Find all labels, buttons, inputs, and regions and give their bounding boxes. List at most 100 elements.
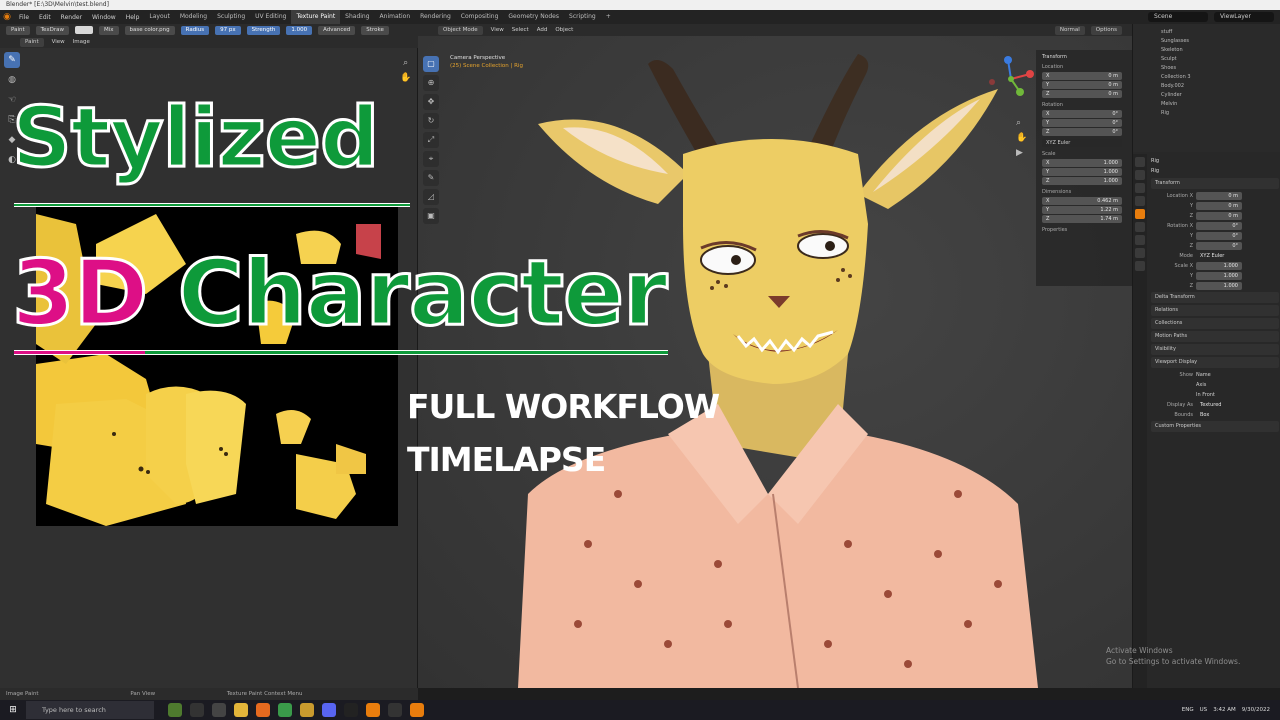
add-cube-icon[interactable]: ▣	[423, 208, 439, 224]
rotate-icon[interactable]: ↻	[423, 113, 439, 129]
tab-scripting[interactable]: Scripting	[564, 10, 601, 24]
motion-paths-panel[interactable]: Motion Paths	[1151, 331, 1279, 342]
viewport-menu-select[interactable]: Select	[512, 27, 529, 33]
render-tab-icon[interactable]	[1135, 170, 1145, 180]
visibility-panel[interactable]: Visibility	[1151, 344, 1279, 355]
draw-brush-icon[interactable]: ✎	[4, 52, 20, 68]
orientation-select[interactable]: Normal	[1054, 25, 1085, 35]
strength-field[interactable]: 1.000	[286, 25, 313, 35]
tab-compositing[interactable]: Compositing	[456, 10, 504, 24]
tab-sculpting[interactable]: Sculpting	[212, 10, 250, 24]
tab-animation[interactable]: Animation	[375, 10, 416, 24]
tab-texture-paint[interactable]: Texture Paint	[291, 10, 341, 24]
delta-transform-panel[interactable]: Delta Transform	[1151, 292, 1279, 303]
paint-mode-select[interactable]: Paint	[6, 25, 30, 35]
image-editor-paint-mode[interactable]: Paint	[20, 37, 44, 47]
tab-modeling[interactable]: Modeling	[175, 10, 212, 24]
image-editor-view-menu[interactable]: View	[52, 39, 65, 45]
zoom-icon[interactable]: ⌕	[1016, 116, 1027, 131]
tab-layout[interactable]: Layout	[144, 10, 174, 24]
annotate-icon[interactable]: ✎	[423, 170, 439, 186]
npanel-rotation-y[interactable]: Y 0°	[1042, 119, 1122, 127]
outliner-item[interactable]: stuff	[1161, 28, 1275, 37]
pan-hand-icon[interactable]: ✋	[1016, 131, 1027, 146]
blender-icon[interactable]	[366, 703, 380, 717]
prop-location-z[interactable]: Z0 m	[1151, 211, 1279, 220]
measure-icon[interactable]: ◿	[423, 189, 439, 205]
menu-help[interactable]: Help	[121, 14, 145, 21]
taskbar-search[interactable]: Type here to search	[26, 701, 154, 719]
npanel-rotation-z[interactable]: Z 0°	[1042, 128, 1122, 136]
add-workspace-icon[interactable]: +	[601, 10, 616, 24]
object-mode-select[interactable]: Object Mode	[438, 25, 483, 35]
object-tab-icon[interactable]	[1135, 209, 1145, 219]
outliner-item[interactable]: Rig	[1161, 109, 1275, 118]
view-layer-field[interactable]: ViewLayer	[1214, 12, 1274, 22]
custom-properties-panel[interactable]: Custom Properties	[1151, 421, 1279, 432]
constraints-tab-icon[interactable]	[1135, 248, 1145, 258]
viewport-display-panel[interactable]: Viewport Display	[1151, 357, 1279, 368]
tray-date[interactable]: 9/30/2022	[1242, 707, 1270, 713]
physics-tab-icon[interactable]	[1135, 235, 1145, 245]
outliner-item[interactable]: Body.002	[1161, 82, 1275, 91]
brush-select[interactable]: TexDraw	[35, 25, 69, 35]
collections-panel[interactable]: Collections	[1151, 318, 1279, 329]
blender-logo-icon[interactable]: ◉	[0, 10, 14, 24]
outliner-item[interactable]: Collection 3	[1161, 73, 1275, 82]
prop-scale-x[interactable]: Scale X 1.000	[1151, 261, 1279, 270]
relations-panel[interactable]: Relations	[1151, 305, 1279, 316]
prop-show-name[interactable]: Show Name	[1151, 370, 1279, 379]
tray-lang[interactable]: ENG	[1182, 707, 1194, 713]
menu-file[interactable]: File	[14, 14, 34, 21]
prop-display-as[interactable]: Display As Textured	[1151, 400, 1279, 409]
outliner-item[interactable]: Melvin	[1161, 100, 1275, 109]
npanel-rotation-mode[interactable]: XYZ Euler	[1042, 139, 1122, 147]
task-view-icon[interactable]	[190, 703, 204, 717]
advanced-dropdown[interactable]: Advanced	[318, 25, 356, 35]
data-tab-icon[interactable]	[1135, 261, 1145, 271]
npanel-dimensions-z[interactable]: Z 1.74 m	[1042, 215, 1122, 223]
viewport-options[interactable]: Options	[1090, 25, 1122, 35]
snap-icon[interactable]	[212, 703, 226, 717]
stroke-dropdown[interactable]: Stroke	[361, 25, 389, 35]
obs-icon[interactable]	[388, 703, 402, 717]
pan-hand-icon[interactable]: ✋	[400, 71, 411, 86]
prop-scale-y[interactable]: Y 1.000	[1151, 271, 1279, 280]
unreal-icon[interactable]	[344, 703, 358, 717]
npanel-location-z[interactable]: Z0 m	[1042, 90, 1122, 98]
prop-location-y[interactable]: Y0 m	[1151, 201, 1279, 210]
prop-rotation-mode[interactable]: Mode XYZ Euler	[1151, 251, 1279, 260]
tab-uv-editing[interactable]: UV Editing	[250, 10, 291, 24]
tab-rendering[interactable]: Rendering	[415, 10, 456, 24]
prop-rotation-y[interactable]: Y 0°	[1151, 231, 1279, 240]
outliner-item[interactable]: Skeleton	[1161, 46, 1275, 55]
zoom-icon[interactable]: ⌕	[400, 56, 411, 71]
navigation-gizmo[interactable]	[986, 54, 1036, 104]
folder-icon[interactable]	[300, 703, 314, 717]
npanel-location-x[interactable]: X0 m	[1042, 72, 1122, 80]
soften-icon[interactable]: ◍	[4, 72, 20, 88]
menu-render[interactable]: Render	[56, 14, 87, 21]
npanel-rotation-x[interactable]: X 0°	[1042, 110, 1122, 118]
prop-scale-z[interactable]: Z 1.000	[1151, 281, 1279, 290]
outliner-item[interactable]: Cylinder	[1161, 91, 1275, 100]
image-editor-image-menu[interactable]: Image	[73, 39, 90, 45]
prop-rotation-z[interactable]: Z 0°	[1151, 241, 1279, 250]
prop-location-x[interactable]: Location X0 m	[1151, 191, 1279, 200]
scene-tab-icon[interactable]	[1135, 196, 1145, 206]
3d-viewport[interactable]: Object Mode View Select Add Object Norma…	[418, 24, 1132, 688]
viewport-menu-view[interactable]: View	[491, 27, 504, 33]
image-select[interactable]: base color.png	[124, 25, 175, 35]
viewport-menu-add[interactable]: Add	[537, 27, 548, 33]
tray-region[interactable]: US	[1200, 707, 1208, 713]
npanel-scale-y[interactable]: Y 1.000	[1042, 168, 1122, 176]
outliner-item[interactable]: Sunglasses	[1161, 37, 1275, 46]
radius-field[interactable]: 97 px	[215, 25, 241, 35]
blend-select[interactable]: Mix	[98, 25, 119, 35]
tray-time[interactable]: 3:42 AM	[1213, 707, 1236, 713]
tab-shading[interactable]: Shading	[340, 10, 374, 24]
npanel-dimensions-y[interactable]: Y 1.22 m	[1042, 206, 1122, 214]
camera-icon[interactable]: ▶	[1016, 146, 1027, 161]
npanel-scale-z[interactable]: Z 1.000	[1042, 177, 1122, 185]
windows-start-icon[interactable]: ⊞	[0, 705, 26, 715]
